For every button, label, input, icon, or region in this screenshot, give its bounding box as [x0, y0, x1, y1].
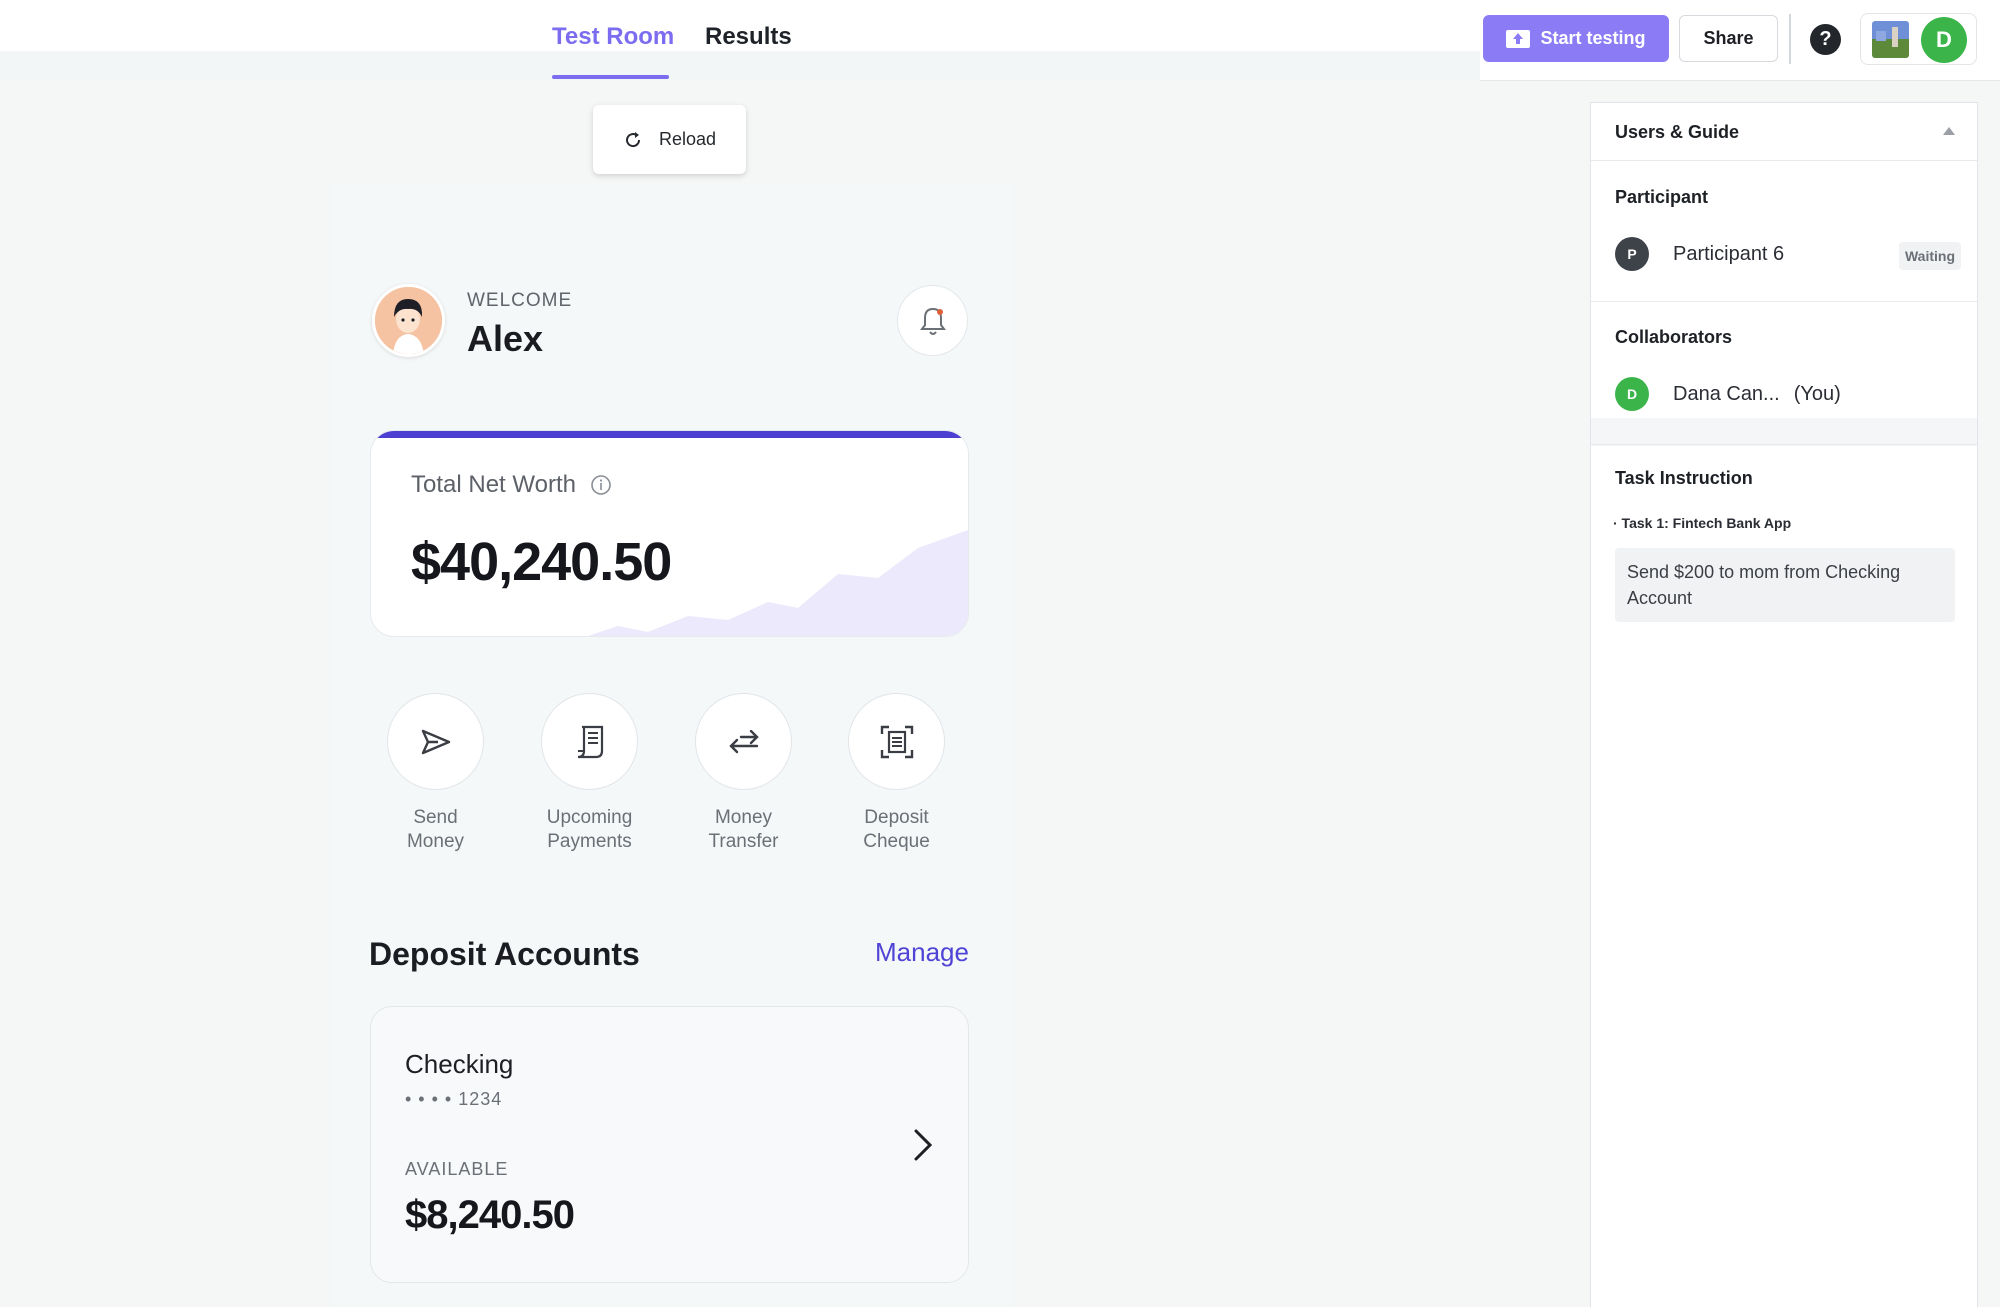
action-label-line2: Cheque: [863, 831, 930, 852]
net-worth-card[interactable]: Total Net Worth $40,240.50: [370, 430, 969, 637]
action-send-money[interactable]: Send Money: [387, 693, 484, 854]
participant-row[interactable]: P Participant 6: [1615, 237, 1784, 271]
panel-title: Users & Guide: [1615, 122, 1740, 142]
account-balance: $8,240.50: [405, 1193, 575, 1237]
top-bar-strip: [0, 51, 1480, 81]
collaborator-you-label: (You): [1793, 382, 1841, 405]
net-worth-label: Total Net Worth: [411, 471, 576, 498]
scan-document-icon: [848, 693, 945, 790]
collapse-caret-icon[interactable]: [1943, 127, 1955, 135]
start-testing-button[interactable]: Start testing: [1483, 15, 1669, 62]
collaborator-row[interactable]: D Dana Can... (You): [1615, 377, 1841, 411]
share-button[interactable]: Share: [1679, 15, 1778, 62]
available-label: AVAILABLE: [405, 1159, 509, 1179]
help-icon[interactable]: ?: [1810, 24, 1841, 55]
quick-actions: Send Money Upcoming Payments Money Transfer…: [387, 693, 959, 863]
participant-thumbnail: [1872, 21, 1909, 58]
action-label-line2: Transfer: [708, 831, 779, 852]
action-label-line1: Send: [413, 807, 458, 828]
account-number: • • • • 1234: [405, 1089, 503, 1109]
tab-results[interactable]: Results: [705, 22, 792, 52]
participant-name: Participant 6: [1673, 242, 1785, 265]
task-name: · Task 1: Fintech Bank App: [1613, 515, 1792, 531]
action-label-line2: Payments: [547, 831, 632, 852]
collaborator-avatar: D: [1615, 377, 1649, 411]
send-icon: [387, 693, 484, 790]
active-tab-indicator: [552, 75, 669, 79]
checking-account-card[interactable]: Checking • • • • 1234 AVAILABLE $8,240.5…: [370, 1006, 969, 1283]
notification-button[interactable]: [897, 285, 968, 356]
users-guide-panel: Users & Guide Participant P Participant …: [1590, 102, 1978, 1307]
profile-avatar[interactable]: [372, 284, 445, 357]
task-instruction-text: Send $200 to mom from Checking Account: [1615, 548, 1955, 622]
action-deposit-cheque[interactable]: Deposit Cheque: [848, 693, 945, 854]
participant-avatar: P: [1615, 237, 1649, 271]
manage-link[interactable]: Manage: [875, 937, 969, 968]
refresh-icon: [626, 131, 640, 147]
action-label-line1: Deposit: [864, 807, 929, 828]
reload-button[interactable]: Reload: [593, 105, 746, 174]
action-label-line1: Upcoming: [546, 807, 633, 828]
panel-divider: [1591, 444, 1977, 445]
user-avatar-group[interactable]: D: [1860, 13, 1977, 65]
collaborator-name: Dana Can...: [1673, 382, 1780, 405]
upload-icon: [1506, 29, 1531, 48]
reload-label: Reload: [658, 129, 717, 149]
top-bar: Test Room Results Start testing Share ? …: [0, 0, 2000, 81]
user-name: Alex: [467, 318, 544, 359]
account-name: Checking: [405, 1049, 514, 1079]
tab-test-room[interactable]: Test Room: [552, 22, 674, 52]
net-worth-accent-bar: [371, 431, 968, 438]
info-icon[interactable]: [590, 474, 612, 496]
chevron-right-icon[interactable]: [911, 1127, 935, 1163]
welcome-label: WELCOME: [467, 290, 573, 311]
prototype-screen: WELCOME Alex Total Net Worth $40,240.50: [330, 185, 1013, 1307]
deposit-accounts-title: Deposit Accounts: [369, 936, 640, 972]
net-worth-label-row: Total Net Worth: [411, 471, 612, 499]
panel-divider: [1591, 301, 1977, 302]
participant-heading: Participant: [1615, 187, 1709, 207]
action-upcoming-payments[interactable]: Upcoming Payments: [541, 693, 638, 854]
action-label-line1: Money: [714, 807, 773, 828]
toolbar-divider: [1789, 14, 1791, 64]
collaborators-heading: Collaborators: [1615, 327, 1733, 347]
receipt-icon: [541, 693, 638, 790]
task-instruction-heading: Task Instruction: [1615, 468, 1753, 488]
action-label-line2: Money: [406, 831, 465, 852]
user-avatar[interactable]: D: [1921, 17, 1967, 63]
start-testing-label: Start testing: [1540, 28, 1646, 48]
panel-header[interactable]: Users & Guide: [1591, 103, 1977, 161]
collaborator-row-bg: [1591, 418, 1977, 446]
net-worth-sparkline: [588, 530, 968, 636]
bell-icon: [919, 307, 946, 335]
transfer-arrows-icon: [695, 693, 792, 790]
status-badge: Waiting: [1898, 242, 1961, 270]
action-money-transfer[interactable]: Money Transfer: [695, 693, 792, 854]
